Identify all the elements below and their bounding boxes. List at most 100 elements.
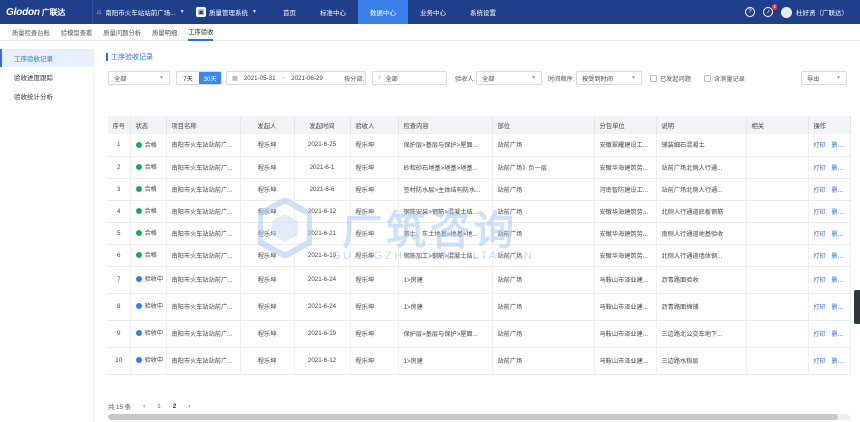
delete-link[interactable]: 删除 [832,254,844,260]
cell-initiator: 程乐坤 [240,178,295,201]
scope-select[interactable]: 全部 ▼ [108,71,170,85]
nav-home[interactable]: 首页 [271,0,308,24]
print-link[interactable]: 打印 [814,188,826,194]
print-link[interactable]: 打印 [814,254,826,260]
col-no: 序号 [108,116,131,134]
print-link[interactable]: 打印 [814,210,826,216]
help-icon[interactable]: ? [745,7,755,17]
dept-label: 按分部: [344,76,365,83]
tab-process-acceptance[interactable]: 工序验收 [188,24,214,41]
tab-quality-ledger[interactable]: 质量检查台账 [12,24,50,41]
cell-note: 北侧人行通道墙体钢... [656,244,747,267]
table-row[interactable]: 5 合格 南阳市火车站站前广... 程乐坤 2021-6-21 程乐坤 素土、灰土地基>地基… [108,222,851,245]
cell-initiator: 程乐坤 [240,156,295,179]
cell-subcontractor: 马鞍山市泽业建... [594,347,657,375]
delete-link[interactable]: 删除 [832,359,844,365]
table-row[interactable]: 4 合格 南阳市火车站站前广... 程乐坤 2021-6-12 程乐坤 钢筋安装>钢筋>混凝… [108,200,851,223]
delete-link[interactable]: 删除 [832,166,844,172]
filter-bar: 全部 ▼ 7天 30天 ▦ 2021-05-31 ~ 2021-06-29 按分部… [108,71,848,87]
brand-logo[interactable]: Glodon 广联达 [0,7,92,18]
range-7-days-button[interactable]: 7天 [177,72,199,84]
range-30-days-button[interactable]: 30天 [199,72,221,84]
print-link[interactable]: 打印 [814,232,826,238]
status-badge: 合格 [135,184,157,193]
system-selector[interactable]: ▣ 质量管理系统 ▼ [192,0,270,24]
cell-related [746,266,809,294]
delete-link[interactable]: 删除 [832,278,844,284]
table-row[interactable]: 9 验收中 南阳市火车站站前广... 程乐坤 2021-6-19 程乐坤 保护层>基层与保护… [108,320,851,348]
page-1-button[interactable]: 1 [157,403,161,410]
tab-quality-detail[interactable]: 质量明细 [152,24,177,41]
tab-issue-analysis[interactable]: 质量问题分析 [103,24,141,41]
issue-raised-checkbox[interactable]: 已发起问题 [650,74,691,83]
cell-location: 站前广场 [492,222,595,245]
print-link[interactable]: 打印 [814,166,826,172]
cell-subcontractor: 安徽华海建筑劳... [594,222,657,245]
cell-location: 站前广场 [492,244,595,267]
cell-no: 2 [108,156,131,179]
table-row[interactable]: 2 合格 南阳市火车站站前广... 程乐坤 2021-6-1 程乐坤 砂和砂石地基>地基>地… [108,156,851,179]
avatar[interactable] [781,6,792,18]
cell-actions: 打印 删除 [808,200,851,223]
delete-link[interactable]: 删除 [832,188,844,194]
table-row[interactable]: 3 合格 南阳市火车站站前广... 程乐坤 2021-6-6 程乐坤 签村防水层>主体结构防… [108,178,851,201]
print-link[interactable]: 打印 [814,359,826,365]
export-button[interactable]: 导出 ▼ [801,71,847,85]
print-link[interactable]: 打印 [814,332,826,338]
nav-data-center[interactable]: 数据中心 [358,0,408,24]
sidebar-item-records[interactable]: 工序验收记录 [0,49,93,67]
chevron-down-icon: ▼ [179,9,185,15]
title-accent-bar [106,53,108,61]
cell-time: 2021-6-12 [294,347,351,375]
nav-business[interactable]: 业务中心 [408,0,458,24]
prev-page-button[interactable]: ‹ [143,403,145,410]
table-row[interactable]: 6 合格 南阳市火车站站前广... 程乐坤 2021-6-19 程乐坤 钢筋加工>钢筋>混凝… [108,244,851,267]
table-row[interactable]: 7 验收中 南阳市火车站站前广... 程乐坤 2021-6-24 程乐坤 1>房建 站前广场马… [108,266,851,294]
bell-icon[interactable]: ♪ 1 [763,4,777,17]
table-row[interactable]: 8 验收中 南阳市火车站站前广... 程乐坤 2021-6-24 程乐坤 1>房建 站前广场马… [108,293,851,321]
delete-link[interactable]: 删除 [832,332,844,338]
cell-acceptor: 程乐坤 [350,222,399,245]
cell-no: 5 [108,222,131,245]
cell-subcontractor: 安徽华海建筑劳... [594,156,657,179]
project-selector[interactable]: ⌂ 南阳市火车站站前广场... ▼ [92,0,192,24]
print-link[interactable]: 打印 [814,305,826,311]
table-row[interactable]: 10 验收中 南阳市火车站站前广... 程乐坤 2021-6-12 程乐坤 1>房建 站前广场… [108,347,851,375]
measure-record-checkbox[interactable]: 含测量记录 [704,74,745,83]
print-link[interactable]: 打印 [814,143,826,149]
next-page-button[interactable]: › [188,403,190,410]
col-note: 说明 [656,116,747,134]
side-drawer-handle[interactable] [854,290,860,324]
cell-actions: 打印 删除 [808,156,851,179]
tab-model-view[interactable]: 验模型查看 [61,24,92,41]
col-location: 部位 [492,116,595,134]
print-link[interactable]: 打印 [814,278,826,284]
dept-select[interactable]: ⌕ 全部 [372,71,447,85]
delete-link[interactable]: 删除 [832,305,844,311]
table-row[interactable]: 1 合格 南阳市火车站站前广... 程乐坤 2021-6-25 程乐坤 保护层>基层与保护>… [108,134,851,157]
user-name[interactable]: 杜好贤（广联达） [796,7,848,17]
delete-link[interactable]: 删除 [832,210,844,216]
horizontal-scrollbar[interactable] [108,414,850,420]
cell-actions: 打印 删除 [808,320,851,348]
cell-note: 沥青路面摊铺 [656,293,747,321]
status-badge: 验收中 [135,275,163,284]
sidebar-item-statistics[interactable]: 验收统计分析 [0,87,93,105]
acceptor-select[interactable]: 全部 ▼ [476,71,542,85]
cell-location: 站前广场》负一层 [492,156,595,179]
status-badge: 验收中 [135,302,163,311]
cell-note: 站前广场北侧人行通... [656,156,747,179]
order-select[interactable]: 按受到时间 ▼ [576,71,642,85]
sub-tabs: 质量检查台账 验模型查看 质量问题分析 质量明细 工序验收 [0,24,860,41]
cell-time: 2021-6-1 [294,156,351,179]
nav-standards[interactable]: 标准中心 [308,0,358,24]
cell-acceptor: 程乐坤 [350,320,399,348]
scrollbar-thumb[interactable] [108,414,838,420]
cell-note: 铺装细石混凝土 [656,134,747,157]
sidebar-item-progress[interactable]: 验收进度跟踪 [0,68,93,86]
nav-settings[interactable]: 系统设置 [458,0,508,24]
delete-link[interactable]: 删除 [832,232,844,238]
cell-project: 南阳市火车站站前广... [166,134,241,157]
delete-link[interactable]: 删除 [832,143,844,149]
page-2-button[interactable]: 2 [173,403,177,410]
